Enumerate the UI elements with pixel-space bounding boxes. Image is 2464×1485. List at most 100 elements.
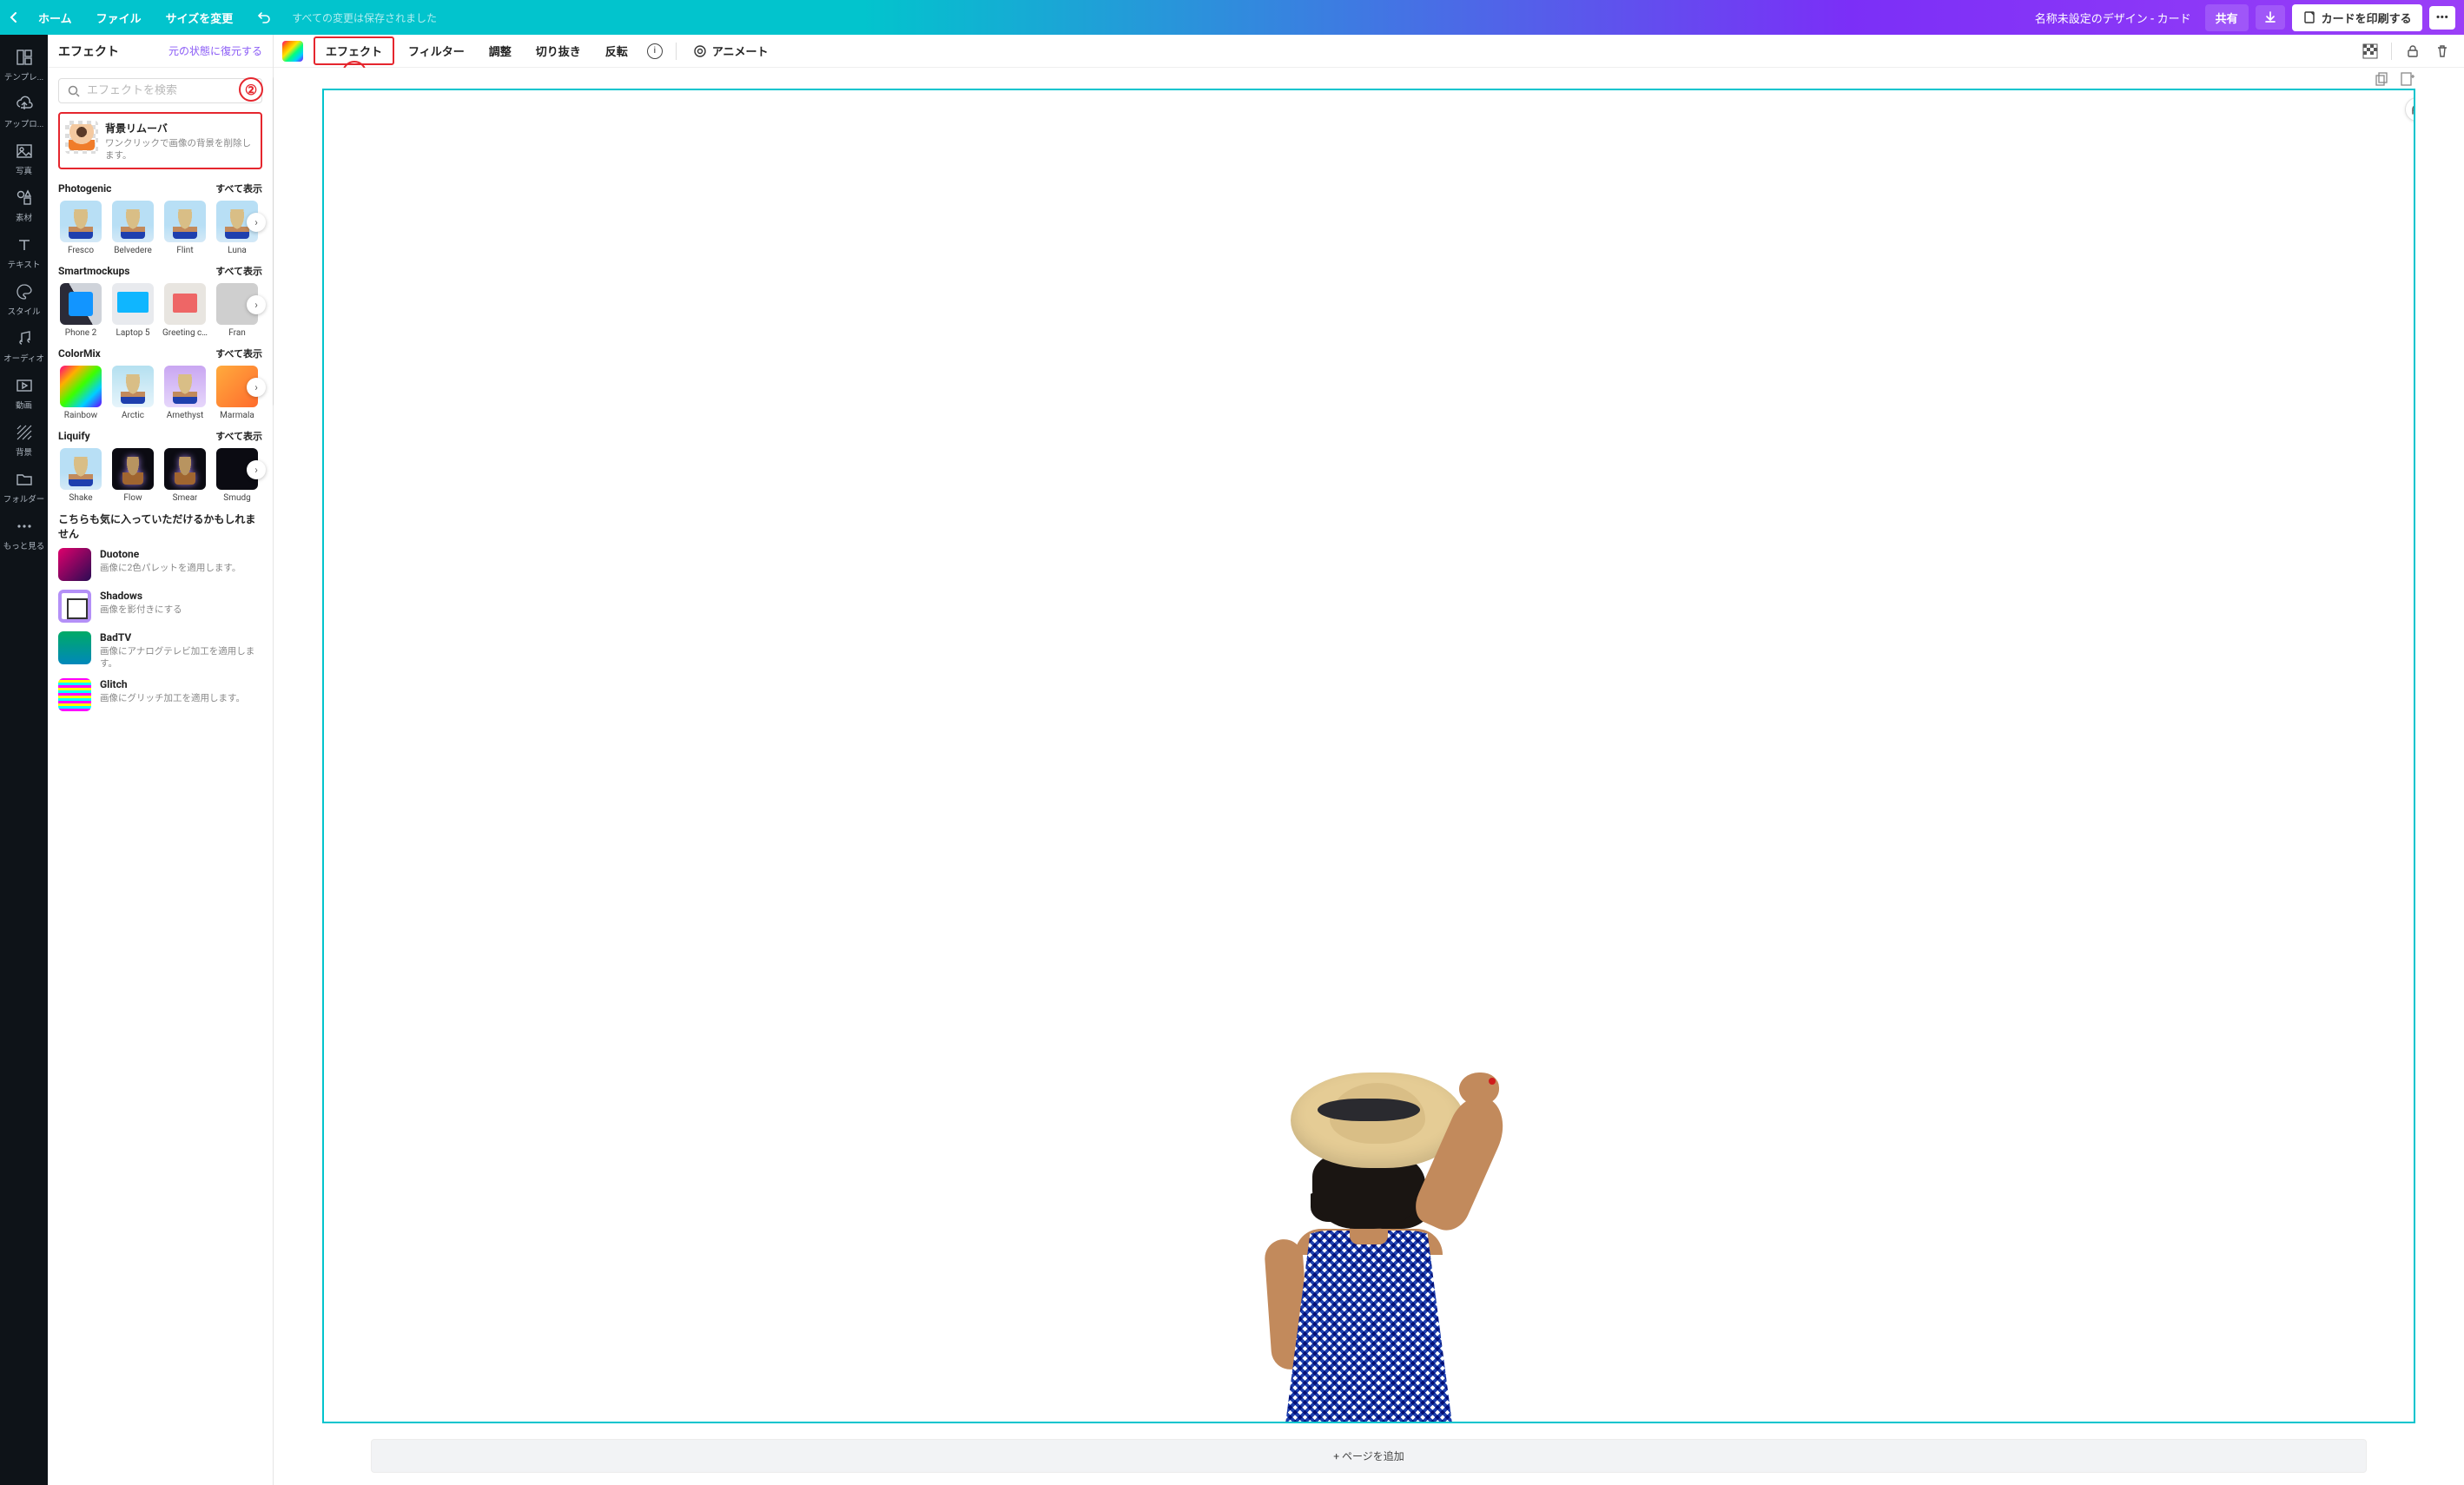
- canvas-image[interactable]: [1212, 1048, 1525, 1422]
- document-name[interactable]: 名称未設定のデザイン - カード: [2035, 10, 2191, 26]
- photo-icon: [15, 142, 34, 161]
- vertical-nav: テンプレ... アップロ... 写真 素材 テキスト スタイル オーディオ 動画…: [0, 35, 48, 1485]
- download-icon: [2263, 10, 2277, 24]
- bg-remover-thumb: [65, 121, 98, 154]
- download-button[interactable]: [2256, 5, 2285, 30]
- transparency-icon[interactable]: [2362, 43, 2379, 60]
- effects-search[interactable]: ②: [58, 78, 262, 103]
- toolbar-flip[interactable]: 反転: [595, 38, 638, 63]
- nav-elements[interactable]: 素材: [0, 182, 48, 229]
- effect-flint[interactable]: Flint: [162, 201, 208, 255]
- nav-text[interactable]: テキスト: [0, 229, 48, 276]
- background-icon: [15, 423, 34, 442]
- section-colormix: ColorMixすべて表示 Rainbow Arctic Amethyst Ma…: [58, 346, 262, 420]
- image-toolbar: エフェクト ① フィルター 調整 切り抜き 反転 i アニメート: [274, 35, 2464, 68]
- add-page-button[interactable]: + ページを追加: [371, 1439, 2367, 1473]
- search-icon: [68, 85, 80, 97]
- effect-laptop5[interactable]: Laptop 5: [110, 283, 155, 338]
- bg-remover-item[interactable]: 背景リムーバ ワンクリックで画像の背景を削除します。: [58, 112, 262, 169]
- reset-effects-button[interactable]: 元の状態に復元する: [168, 43, 262, 58]
- show-all-smartmockups[interactable]: すべて表示: [215, 264, 262, 278]
- panel-title: エフェクト: [58, 43, 119, 60]
- effect-flow[interactable]: Flow: [110, 448, 155, 503]
- show-all-photogenic[interactable]: すべて表示: [215, 182, 262, 195]
- page-icon: [2302, 10, 2316, 24]
- toolbar-crop[interactable]: 切り抜き: [525, 38, 591, 63]
- undo-icon[interactable]: [257, 10, 271, 24]
- trash-icon[interactable]: [2434, 43, 2451, 60]
- badtv-thumb: [58, 631, 91, 664]
- effect-rainbow[interactable]: Rainbow: [58, 366, 103, 420]
- cloud-upload-icon: [15, 95, 34, 114]
- glitch-thumb: [58, 678, 91, 711]
- toolbar-adjust[interactable]: 調整: [479, 38, 522, 63]
- also-shadows[interactable]: Shadows画像を影付きにする: [58, 590, 262, 623]
- toolbar-animate[interactable]: アニメート: [693, 43, 769, 59]
- text-icon: [15, 235, 34, 254]
- effect-phone2[interactable]: Phone 2: [58, 283, 103, 338]
- effect-arctic[interactable]: Arctic: [110, 366, 155, 420]
- effect-shake[interactable]: Shake: [58, 448, 103, 503]
- show-all-liquify[interactable]: すべて表示: [215, 429, 262, 443]
- templates-icon: [15, 48, 34, 67]
- also-glitch[interactable]: Glitch画像にグリッチ加工を適用します。: [58, 678, 262, 711]
- print-card-button[interactable]: カードを印刷する: [2292, 4, 2422, 31]
- folder-icon: [15, 470, 34, 489]
- video-icon: [15, 376, 34, 395]
- music-icon: [15, 329, 34, 348]
- lock-icon[interactable]: [2404, 43, 2421, 60]
- effect-greetingcard[interactable]: Greeting car...: [162, 283, 208, 338]
- info-icon[interactable]: i: [647, 43, 663, 59]
- effects-panel: エフェクト 元の状態に復元する ② 背景リムーバ ワンクリックで画像の背景を削除…: [48, 35, 274, 1485]
- nav-photos[interactable]: 写真: [0, 135, 48, 182]
- add-page-icon[interactable]: [2400, 71, 2415, 87]
- palette-icon: [15, 282, 34, 301]
- more-icon: [15, 517, 34, 536]
- row-next-colormix[interactable]: ›: [247, 378, 266, 397]
- nav-folders[interactable]: フォルダー: [0, 464, 48, 511]
- section-smartmockups: Smartmockupsすべて表示 Phone 2 Laptop 5 Greet…: [58, 264, 262, 338]
- nav-audio[interactable]: オーディオ: [0, 323, 48, 370]
- effects-search-input[interactable]: [87, 84, 253, 97]
- section-liquify: Liquifyすべて表示 Shake Flow Smear Smudg ›: [58, 429, 262, 503]
- duplicate-page-icon[interactable]: [2374, 71, 2389, 87]
- annotation-circle-2: ②: [239, 77, 263, 102]
- home-menu[interactable]: ホーム: [38, 10, 72, 26]
- also-duotone[interactable]: Duotone画像に2色パレットを適用します。: [58, 548, 262, 581]
- row-next-liquify[interactable]: ›: [247, 460, 266, 479]
- print-card-label: カードを印刷する: [2322, 10, 2412, 26]
- nav-styles[interactable]: スタイル: [0, 276, 48, 323]
- nav-more[interactable]: もっと見る: [0, 511, 48, 558]
- show-all-colormix[interactable]: すべて表示: [215, 346, 262, 360]
- row-next-photogenic[interactable]: ›: [247, 213, 266, 232]
- section-photogenic: Photogenicすべて表示 Fresco Belvedere Flint L…: [58, 182, 262, 255]
- file-menu[interactable]: ファイル: [96, 10, 142, 26]
- also-badtv[interactable]: BadTV画像にアナログテレビ加工を適用します。: [58, 631, 262, 669]
- top-header: ホーム ファイル サイズを変更 すべての変更は保存されました 名称未設定のデザイ…: [0, 0, 2464, 35]
- canvas-area: エフェクト ① フィルター 調整 切り抜き 反転 i アニメート: [274, 35, 2464, 1485]
- shadows-thumb: [58, 590, 91, 623]
- toolbar-effects[interactable]: エフェクト ①: [314, 36, 394, 65]
- bg-remover-desc: ワンクリックで画像の背景を削除します。: [105, 137, 255, 161]
- toolbar-filter[interactable]: フィルター: [398, 38, 475, 63]
- canvas[interactable]: [322, 89, 2415, 1423]
- save-status: すべての変更は保存されました: [292, 10, 437, 25]
- animate-icon: [693, 44, 707, 58]
- back-chevron-icon[interactable]: [9, 12, 19, 23]
- effect-belvedere[interactable]: Belvedere: [110, 201, 155, 255]
- nav-uploads[interactable]: アップロ...: [0, 89, 48, 135]
- nav-background[interactable]: 背景: [0, 417, 48, 464]
- effect-amethyst[interactable]: Amethyst: [162, 366, 208, 420]
- effect-smear[interactable]: Smear: [162, 448, 208, 503]
- color-swatch[interactable]: [282, 41, 303, 62]
- effect-fresco[interactable]: Fresco: [58, 201, 103, 255]
- nav-templates[interactable]: テンプレ...: [0, 42, 48, 89]
- row-next-smartmockups[interactable]: ›: [247, 295, 266, 314]
- more-menu-button[interactable]: •••: [2429, 6, 2455, 30]
- resize-menu[interactable]: サイズを変更: [166, 10, 234, 26]
- share-button[interactable]: 共有: [2205, 4, 2249, 31]
- duotone-thumb: [58, 548, 91, 581]
- shapes-icon: [15, 188, 34, 208]
- nav-video[interactable]: 動画: [0, 370, 48, 417]
- refresh-button[interactable]: [2405, 97, 2415, 122]
